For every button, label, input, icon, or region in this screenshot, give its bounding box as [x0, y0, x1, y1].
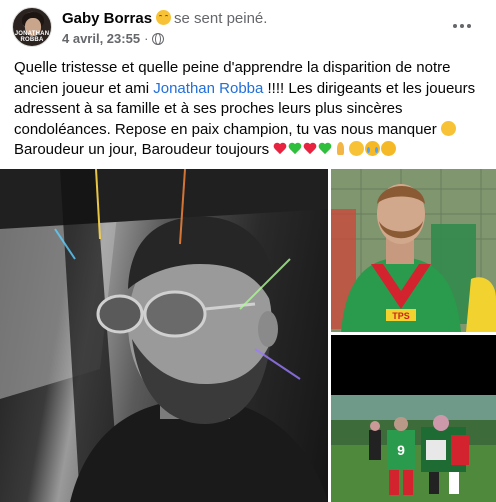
- sad-face-emoji: [156, 10, 172, 25]
- photo-rugby-match[interactable]: 9: [331, 335, 496, 502]
- profile-avatar[interactable]: JONATHAN ROBBA: [12, 7, 52, 47]
- red-heart-icon: [273, 143, 287, 156]
- player-leg: [389, 470, 399, 495]
- author-name[interactable]: Gaby Borras: [62, 10, 152, 27]
- green-heart-icon: [288, 143, 302, 156]
- player-head: [433, 415, 449, 431]
- feeling-text: se sent peiné.: [174, 10, 268, 27]
- player-closeup-illustration: TPS: [331, 169, 496, 332]
- more-dot-icon: [467, 24, 471, 28]
- player-leg: [403, 470, 413, 495]
- player-leg: [429, 472, 439, 494]
- disappointed-face-icon: [381, 141, 397, 156]
- post-header: JONATHAN ROBBA Gaby Borras se sent peiné.…: [0, 0, 496, 52]
- opponent-shorts: [451, 435, 469, 465]
- author-line: Gaby Borras se sent peiné.: [62, 9, 267, 28]
- meta-separator: ·: [144, 31, 149, 46]
- more-dot-icon: [460, 24, 464, 28]
- globe-icon[interactable]: [152, 32, 165, 45]
- jersey-number: 9: [397, 442, 405, 458]
- sad-face-icon: [349, 141, 365, 156]
- letterbox-top: [331, 335, 496, 395]
- photo-portrait[interactable]: [0, 169, 328, 502]
- sad-face-icon: [440, 120, 456, 136]
- post-timestamp[interactable]: 4 avril, 23:55: [62, 31, 140, 46]
- post-body: Quelle tristesse et quelle peine d'appre…: [14, 58, 482, 161]
- referee-head: [370, 421, 380, 431]
- praying-hands-icon: [333, 141, 348, 156]
- photo-player-closeup[interactable]: TPS: [331, 169, 496, 332]
- sponsor-text: TPS: [392, 311, 410, 321]
- red-heart-icon: [303, 143, 317, 156]
- teammate-arm: [466, 277, 496, 332]
- mention-link[interactable]: Jonathan Robba: [153, 80, 263, 97]
- ear: [258, 311, 278, 347]
- car-roof: [0, 169, 328, 229]
- more-options-button[interactable]: [446, 14, 478, 38]
- sunglasses-right-lens: [143, 290, 207, 338]
- avatar-caption: JONATHAN ROBBA: [14, 31, 50, 43]
- opponent-jersey: [426, 440, 446, 460]
- sobbing-face-icon: [365, 141, 381, 156]
- player-head: [394, 417, 408, 431]
- green-heart-icon: [318, 143, 332, 156]
- post-meta: 4 avril, 23:55 ·: [62, 31, 165, 46]
- referee: [369, 430, 381, 460]
- closing-line: Baroudeur un jour, Baroudeur toujours: [14, 141, 274, 158]
- more-dot-icon: [453, 24, 457, 28]
- portrait-illustration: [0, 169, 328, 502]
- player-leg: [449, 472, 459, 494]
- sunglasses-left-lens: [96, 294, 144, 334]
- rugby-match-illustration: 9: [331, 335, 496, 502]
